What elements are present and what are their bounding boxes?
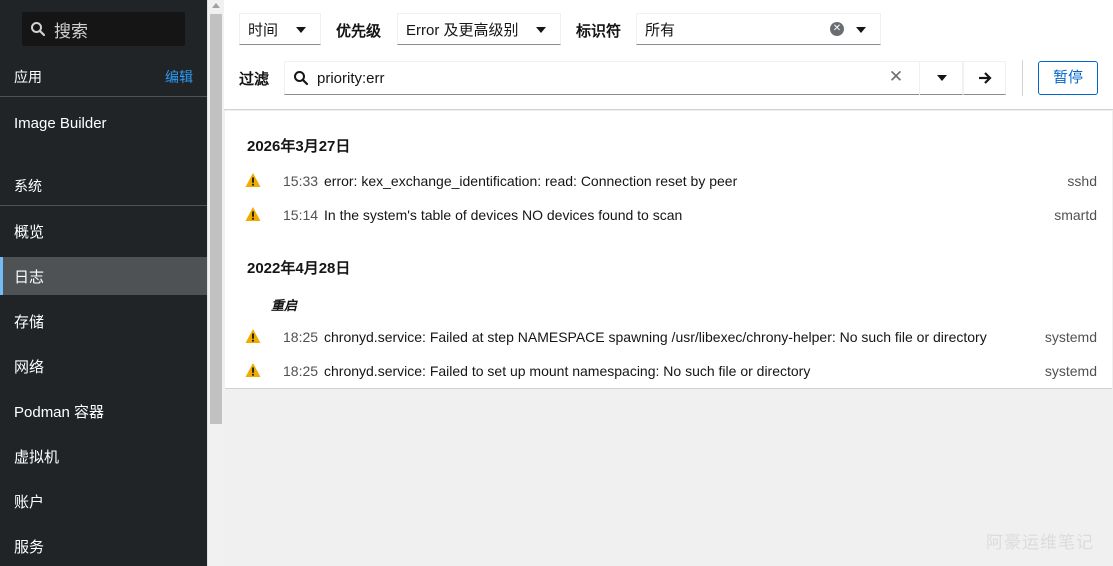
arrow-right-icon [978, 72, 992, 84]
sidebar-item-services[interactable]: 服务 [0, 527, 207, 565]
sidebar-item-podman[interactable]: Podman 容器 [0, 392, 207, 430]
log-identifier: systemd [1044, 329, 1097, 345]
chevron-down-icon [937, 75, 947, 81]
filter-value: priority:err [317, 69, 385, 87]
sidebar-item-label: 账户 [14, 493, 45, 511]
log-toolbar: 时间 优先级 Error 及更高级别 标识符 所有 ✕ 过滤 priority:… [224, 0, 1113, 110]
sidebar-item-label: 服务 [14, 538, 45, 556]
sidebar-search-input[interactable]: 搜索 [22, 12, 185, 46]
apply-filter-button[interactable] [963, 61, 1006, 95]
time-select-value: 时间 [248, 21, 279, 39]
log-time: 18:25 [283, 363, 319, 379]
sidebar-item-logs[interactable]: 日志 [0, 257, 207, 295]
sidebar-item-label: 虚拟机 [14, 448, 60, 466]
sidebar-item-label: Podman 容器 [14, 403, 105, 421]
warning-icon [245, 329, 261, 343]
log-entry[interactable]: 15:33 error: kex_exchange_identification… [225, 164, 1112, 198]
sidebar-item-label: 概览 [14, 223, 45, 241]
log-time: 15:33 [283, 173, 319, 189]
log-identifier: sshd [1067, 173, 1097, 189]
identifier-label: 标识符 [576, 23, 622, 40]
pause-button[interactable]: 暂停 [1038, 61, 1098, 95]
sidebar-item-storage[interactable]: 存储 [0, 302, 207, 340]
sidebar-item-vms[interactable]: 虚拟机 [0, 437, 207, 475]
priority-select-value: Error 及更高级别 [406, 21, 519, 39]
search-placeholder: 搜索 [54, 21, 88, 41]
chevron-down-icon [296, 27, 306, 33]
main-content: 时间 优先级 Error 及更高级别 标识符 所有 ✕ 过滤 priority:… [224, 0, 1113, 566]
filter-label: 过滤 [239, 71, 270, 88]
sidebar-item-label: 网络 [14, 358, 45, 376]
clear-filter-icon[interactable]: ✕ [884, 66, 908, 88]
sidebar-item-label: Image Builder [14, 114, 107, 132]
reboot-marker: 重启 [271, 298, 298, 313]
sidebar-item-overview[interactable]: 概览 [0, 212, 207, 250]
warning-icon [245, 173, 261, 187]
priority-select[interactable]: Error 及更高级别 [397, 13, 561, 45]
system-section-header: 系统 [0, 166, 207, 206]
watermark-text: 阿豪运维笔记 [986, 533, 1094, 552]
search-icon [294, 71, 309, 86]
log-message: chronyd.service: Failed to set up mount … [324, 363, 811, 379]
sidebar-item-label: 存储 [14, 313, 45, 331]
clear-circle-icon[interactable]: ✕ [830, 22, 844, 36]
log-entry[interactable]: 15:14 In the system's table of devices N… [225, 198, 1112, 232]
filter-dropdown-toggle[interactable] [919, 61, 963, 95]
warning-icon [245, 207, 261, 221]
log-time: 18:25 [283, 329, 319, 345]
edit-apps-link[interactable]: 编辑 [165, 67, 193, 87]
sidebar-item-accounts[interactable]: 账户 [0, 482, 207, 520]
scroll-up-icon[interactable] [212, 3, 220, 8]
system-header-label: 系统 [14, 177, 42, 194]
sidebar-item-label: 日志 [14, 268, 45, 286]
log-entry[interactable]: 18:25 chronyd.service: Failed at step NA… [225, 320, 1112, 354]
sidebar-item-network[interactable]: 网络 [0, 347, 207, 385]
chevron-down-icon [536, 27, 546, 33]
warning-icon [245, 363, 261, 377]
log-message: chronyd.service: Failed at step NAMESPAC… [324, 329, 987, 345]
sidebar-item-image-builder[interactable]: Image Builder [0, 104, 207, 142]
log-list: 2026年3月27日 15:33 error: kex_exchange_ide… [225, 111, 1112, 389]
date-header: 2026年3月27日 [247, 138, 351, 155]
filter-input[interactable]: priority:err [284, 61, 963, 95]
log-entry[interactable]: 18:25 chronyd.service: Failed to set up … [225, 354, 1112, 388]
log-identifier: smartd [1054, 207, 1097, 223]
log-identifier: systemd [1044, 363, 1097, 379]
date-header: 2022年4月28日 [247, 260, 351, 277]
identifier-select[interactable]: 所有 ✕ [636, 13, 881, 45]
log-time: 15:14 [283, 207, 319, 223]
apps-header-label: 应用 [14, 68, 42, 85]
search-icon [31, 22, 46, 37]
identifier-select-value: 所有 [645, 21, 676, 39]
time-select[interactable]: 时间 [239, 13, 321, 45]
log-message: In the system's table of devices NO devi… [324, 207, 683, 223]
scrollbar-thumb[interactable] [210, 14, 222, 424]
apps-section-header: 应用 编辑 [0, 57, 207, 97]
log-message: error: kex_exchange_identification: read… [324, 173, 738, 189]
sidebar: 搜索 应用 编辑 Image Builder 系统 概览 日志 存储 网络 Po… [0, 0, 207, 566]
toolbar-divider [1022, 60, 1023, 96]
sidebar-scrollbar[interactable] [207, 0, 224, 566]
chevron-down-icon [856, 27, 866, 33]
priority-label: 优先级 [336, 23, 382, 40]
